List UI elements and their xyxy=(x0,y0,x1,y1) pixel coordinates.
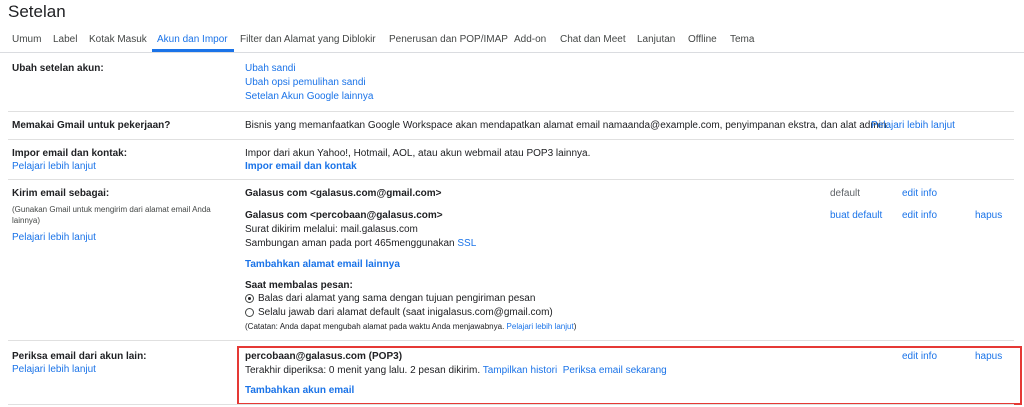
tab-kotak-masuk[interactable]: Kotak Masuk xyxy=(89,34,147,45)
send-as-description: (Gunakan Gmail untuk mengirim dari alama… xyxy=(12,205,211,225)
reply-note-learn-more-link[interactable]: Pelajari lebih lanjut xyxy=(507,322,574,331)
default-status: default xyxy=(830,188,861,199)
tab-filter[interactable]: Filter dan Alamat yang Diblokir xyxy=(240,34,376,45)
gmail-work-learn-more-link[interactable]: Pelajari lebih lanjut xyxy=(871,120,955,131)
smtp-server-text: Surat dikirim melalui: mail.galasus.com xyxy=(245,224,418,235)
reply-same-address-radio[interactable] xyxy=(245,294,254,303)
page-title: Setelan xyxy=(8,2,66,21)
change-recovery-link[interactable]: Ubah opsi pemulihan sandi xyxy=(245,77,366,88)
divider xyxy=(8,404,1014,405)
tab-offline[interactable]: Offline xyxy=(688,34,717,45)
tab-label[interactable]: Label xyxy=(53,34,77,45)
send-as-learn-more-link[interactable]: Pelajari lebih lanjut xyxy=(12,232,96,243)
import-text: Impor dari akun Yahoo!, Hotmail, AOL, at… xyxy=(245,148,591,159)
reply-default-address-label: Selalu jawab dari alamat default (saat i… xyxy=(258,307,553,318)
reply-heading: Saat membalas pesan: xyxy=(245,280,353,291)
check-mail-learn-more-link[interactable]: Pelajari lebih lanjut xyxy=(12,364,96,375)
change-account-label: Ubah setelan akun: xyxy=(12,63,104,74)
add-another-address-link[interactable]: Tambahkan alamat email lainnya xyxy=(245,259,400,270)
import-mail-contacts-link[interactable]: Impor email dan kontak xyxy=(245,161,357,172)
import-learn-more-link[interactable]: Pelajari lebih lanjut xyxy=(12,161,96,172)
reply-same-address-label: Balas dari alamat yang sama dengan tujua… xyxy=(258,293,536,304)
divider xyxy=(8,179,1014,180)
ssl-link[interactable]: SSL xyxy=(457,238,476,249)
reply-default-address-radio[interactable] xyxy=(245,308,254,317)
edit-info-link-secondary[interactable]: edit info xyxy=(902,210,937,221)
divider xyxy=(8,340,1014,341)
send-as-account-secondary: Galasus com <percobaan@galasus.com> xyxy=(245,210,443,221)
pop3-account-name: percobaan@galasus.com (POP3) xyxy=(245,351,403,362)
tab-penerusan[interactable]: Penerusan dan POP/IMAP xyxy=(389,34,508,45)
add-mail-account-link[interactable]: Tambahkan akun email xyxy=(245,385,354,396)
settings-tabs: Umum Label Kotak Masuk Akun dan Impor Fi… xyxy=(0,28,1024,53)
import-label: Impor email dan kontak: xyxy=(12,148,128,159)
edit-info-link-pop3[interactable]: edit info xyxy=(902,351,937,362)
active-tab-indicator xyxy=(152,49,234,52)
tab-akun-dan-impor[interactable]: Akun dan Impor xyxy=(157,34,228,45)
tab-tema[interactable]: Tema xyxy=(730,34,754,45)
tab-lanjutan[interactable]: Lanjutan xyxy=(637,34,675,45)
delete-link-pop3[interactable]: hapus xyxy=(975,351,1002,362)
make-default-link[interactable]: buat default xyxy=(830,210,882,221)
check-mail-label: Periksa email dari akun lain: xyxy=(12,351,147,362)
gmail-work-label: Memakai Gmail untuk pekerjaan? xyxy=(12,120,171,131)
secure-connection-text: Sambungan aman pada port 465menggunakan … xyxy=(245,238,477,249)
google-account-settings-link[interactable]: Setelan Akun Google lainnya xyxy=(245,91,373,102)
edit-info-link-primary[interactable]: edit info xyxy=(902,188,937,199)
reply-note: (Catatan: Anda dapat mengubah alamat pad… xyxy=(245,322,577,331)
divider xyxy=(8,111,1014,112)
gmail-work-text: Bisnis yang memanfaatkan Google Workspac… xyxy=(245,120,890,131)
delete-link-secondary[interactable]: hapus xyxy=(975,210,1002,221)
show-history-link[interactable]: Tampilkan histori xyxy=(483,365,557,376)
check-mail-now-link[interactable]: Periksa email sekarang xyxy=(563,365,667,376)
tab-umum[interactable]: Umum xyxy=(12,34,41,45)
tab-chat-meet[interactable]: Chat dan Meet xyxy=(560,34,626,45)
change-password-link[interactable]: Ubah sandi xyxy=(245,63,296,74)
send-as-label: Kirim email sebagai: xyxy=(12,188,110,199)
divider xyxy=(8,139,1014,140)
tab-add-on[interactable]: Add-on xyxy=(514,34,546,45)
send-as-account-primary: Galasus com <galasus.com@gmail.com> xyxy=(245,188,442,199)
last-checked-text: Terakhir diperiksa: 0 menit yang lalu. 2… xyxy=(245,365,667,376)
